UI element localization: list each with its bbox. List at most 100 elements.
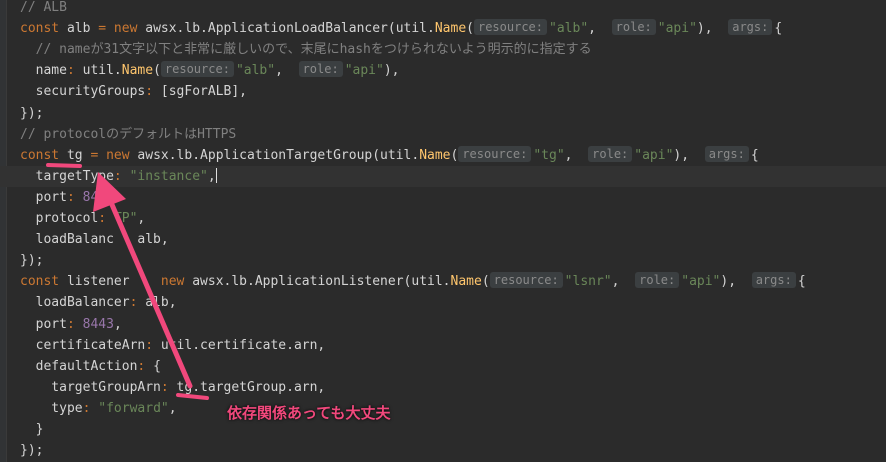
- code-token: = new: [98, 21, 146, 37]
- code-token: port: [20, 316, 67, 332]
- code-line[interactable]: }: [0, 419, 886, 440]
- code-token: ,: [275, 63, 299, 79]
- code-token: [sgForALB],: [160, 84, 247, 100]
- code-token: {: [153, 358, 161, 374]
- code-token: ,: [113, 316, 122, 332]
- code-line[interactable]: loadBalancer: alb,: [0, 292, 886, 313]
- parameter-hint: role:: [635, 272, 680, 289]
- code-token: Name: [450, 274, 482, 290]
- code-token: // protocolのデフォルトはHTTPS: [20, 126, 237, 142]
- code-token: "alb": [235, 63, 276, 79]
- code-token: const: [20, 21, 67, 37]
- code-line[interactable]: // nameが31文字以下と非常に厳しいので、末尾にhashをつけられないよう…: [0, 39, 886, 60]
- code-line[interactable]: const tg = new awsx.lb.ApplicationTarget…: [0, 145, 886, 166]
- code-token: ),: [383, 63, 400, 79]
- text-caret: [215, 167, 217, 183]
- code-token: TP": [113, 211, 138, 226]
- code-line[interactable]: securityGroups: [sgForALB],: [0, 81, 886, 102]
- code-line[interactable]: port: 8443,: [0, 314, 886, 335]
- code-line[interactable]: protocol: TP",: [0, 208, 886, 229]
- code-token: ,: [207, 168, 216, 184]
- code-token: (: [481, 274, 490, 290]
- code-token: awsx.lb.ApplicationListener(util.: [192, 274, 451, 290]
- code-token: (: [153, 63, 161, 79]
- code-token: {: [750, 147, 759, 163]
- code-token: util.certificate.arn,: [160, 337, 326, 353]
- parameter-hint: args:: [728, 19, 773, 36]
- code-token: securityGroups: [20, 84, 146, 100]
- code-token: alb,: [113, 232, 169, 248]
- code-token: ,: [168, 400, 177, 416]
- code-token: ,: [137, 211, 146, 226]
- code-token: tg.targetGroup.arn,: [176, 379, 326, 395]
- code-line[interactable]: const alb = new awsx.lb.ApplicationLoadB…: [0, 18, 886, 39]
- code-token: "api": [344, 63, 384, 79]
- code-token: "api": [681, 274, 721, 290]
- parameter-hint: role:: [611, 19, 656, 36]
- code-token: });: [20, 443, 44, 459]
- code-line[interactable]: targetGroupArn: tg.targetGroup.arn,: [0, 377, 886, 398]
- code-token: targetGroupArn: [20, 379, 161, 395]
- code-token: "lsnr": [564, 274, 612, 290]
- code-token: = new: [90, 147, 138, 163]
- code-token: alb,: [145, 295, 177, 311]
- code-line[interactable]: type: "forward",: [0, 398, 886, 419]
- code-token: certificateArn: [20, 337, 146, 353]
- code-token: defaultAction: [20, 358, 138, 374]
- code-token: "tg": [533, 147, 565, 163]
- code-line[interactable]: // ALB: [0, 0, 886, 18]
- code-token: {: [774, 21, 783, 37]
- code-line[interactable]: });: [0, 440, 886, 461]
- code-token: (: [466, 21, 474, 37]
- code-token: awsx.lb.ApplicationTargetGroup(util.: [137, 147, 420, 163]
- code-line[interactable]: port: 844: [0, 187, 886, 208]
- code-line[interactable]: // protocolのデフォルトはHTTPS: [0, 124, 886, 145]
- code-token: 8443: [82, 316, 114, 332]
- code-token: :: [66, 63, 83, 79]
- code-token: "forward": [98, 400, 169, 416]
- code-token: alb: [66, 21, 99, 37]
- code-token: (: [450, 147, 459, 163]
- code-token: // nameが31文字以下と非常に厳しいので、末尾にhashをつけられないよう…: [20, 42, 592, 58]
- code-token: :: [145, 84, 161, 100]
- code-line[interactable]: });: [0, 103, 886, 124]
- code-token: Name: [419, 147, 451, 163]
- code-editor[interactable]: // ALB const alb = new awsx.lb.Applicatio…: [0, 0, 886, 462]
- code-line[interactable]: });: [0, 250, 886, 271]
- code-token: 844: [82, 189, 107, 205]
- code-token: type: [20, 400, 83, 416]
- code-line[interactable]: const listener new awsx.lb.ApplicationLi…: [0, 271, 886, 292]
- code-token: :: [82, 400, 99, 416]
- code-token: name: [20, 63, 67, 79]
- annotation-text: 依存関係あっても大丈夫: [227, 404, 391, 422]
- parameter-hint: resource:: [160, 61, 234, 78]
- code-token: {: [797, 274, 806, 290]
- parameter-hint: resource:: [473, 19, 548, 36]
- code-line[interactable]: certificateArn: util.certificate.arn,: [0, 335, 886, 356]
- code-token: awsx.lb.ApplicationLoadBalancer(util.: [145, 21, 435, 37]
- code-token: }: [20, 422, 44, 437]
- code-token: :: [160, 379, 177, 395]
- code-token: "api": [634, 147, 674, 163]
- code-line[interactable]: targetType: "instance",: [0, 165, 886, 187]
- code-token: const: [20, 274, 67, 290]
- code-token: "api": [657, 21, 697, 37]
- code-token: ,: [611, 274, 636, 290]
- code-token: Name: [121, 63, 154, 79]
- code-token: ,: [564, 147, 589, 163]
- code-token: tg: [66, 147, 91, 163]
- code-token: protocol: [20, 211, 99, 226]
- code-line[interactable]: defaultAction: {: [0, 356, 886, 377]
- code-token: targetType: [20, 168, 114, 184]
- code-token: :: [66, 316, 83, 332]
- code-token: "instance": [129, 168, 208, 184]
- code-token: ,: [588, 21, 612, 37]
- code-line[interactable]: loadBalanc alb,: [0, 229, 886, 250]
- code-token: :: [98, 211, 114, 226]
- parameter-hint: args:: [751, 272, 796, 289]
- code-token: loadBalancer: [20, 295, 130, 311]
- code-token: ),: [673, 147, 705, 163]
- code-token: port: [20, 189, 67, 205]
- code-line[interactable]: name: util.Name(resource: "alb", role: "ap…: [0, 60, 886, 81]
- parameter-hint: role:: [298, 61, 343, 78]
